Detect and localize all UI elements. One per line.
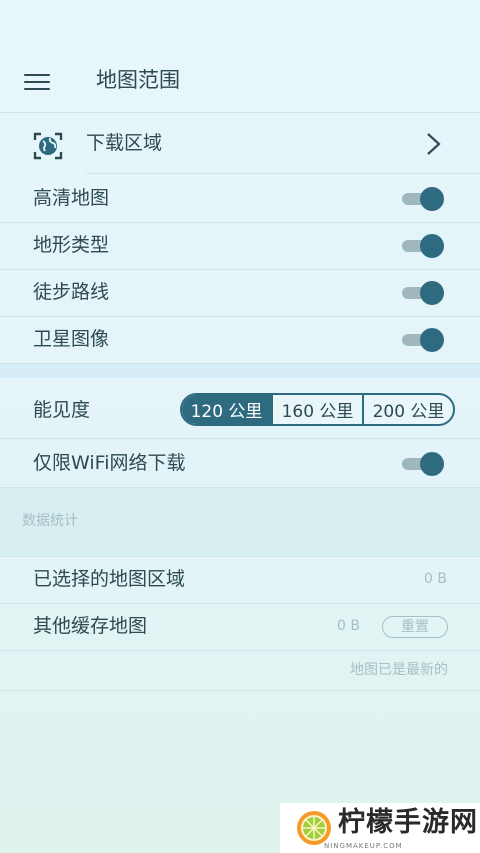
- chevron-right-icon: [427, 133, 441, 155]
- toggle-label: 徒步路线: [33, 281, 110, 303]
- download-area-row[interactable]: 下载区域: [0, 120, 480, 174]
- watermark-name: 柠檬手游网: [338, 807, 478, 838]
- stats-section-header: 数据统计: [0, 488, 480, 557]
- toggle-row-hd-map: 高清地图: [0, 175, 480, 223]
- wifi-only-row: 仅限WiFi网络下载: [0, 440, 480, 488]
- status-row: 地图已是最新的: [0, 650, 480, 691]
- hiking-routes-toggle[interactable]: [400, 281, 444, 305]
- visibility-option-120[interactable]: 120 公里: [182, 395, 271, 424]
- terrain-toggle[interactable]: [400, 234, 444, 258]
- map-status-text: 地图已是最新的: [350, 662, 448, 678]
- visibility-label: 能见度: [33, 399, 91, 421]
- selected-area-label: 已选择的地图区域: [33, 568, 186, 590]
- download-area-label: 下载区域: [86, 132, 163, 154]
- visibility-segmented-control: 120 公里 160 公里 200 公里: [180, 393, 455, 426]
- stats-header-text: 数据统计: [22, 513, 78, 529]
- other-cache-label: 其他缓存地图: [33, 615, 148, 637]
- app-bar: 地图范围: [0, 0, 480, 113]
- menu-icon[interactable]: [24, 74, 50, 90]
- wifi-only-label: 仅限WiFi网络下载: [33, 452, 186, 474]
- toggle-row-satellite: 卫星图像: [0, 316, 480, 364]
- toggle-row-terrain: 地形类型: [0, 222, 480, 270]
- toggle-label: 卫星图像: [33, 328, 110, 350]
- section-divider: [0, 364, 480, 378]
- watermark: 柠檬手游网 NINGMAKEUP.COM: [280, 803, 480, 853]
- selected-area-size: 0 B: [424, 571, 447, 587]
- page-title: 地图范围: [96, 68, 180, 92]
- toggle-label: 地形类型: [33, 234, 110, 256]
- watermark-url: NINGMAKEUP.COM: [324, 842, 403, 850]
- selected-area-row: 已选择的地图区域 0 B: [0, 556, 480, 604]
- visibility-option-160[interactable]: 160 公里: [271, 395, 362, 424]
- wifi-only-toggle[interactable]: [400, 452, 444, 476]
- other-cache-row: 其他缓存地图 0 B 重置: [0, 603, 480, 651]
- globe-target-icon: [33, 132, 63, 160]
- toggle-label: 高清地图: [33, 187, 110, 209]
- satellite-toggle[interactable]: [400, 328, 444, 352]
- hd-map-toggle[interactable]: [400, 187, 444, 211]
- reset-button[interactable]: 重置: [382, 616, 448, 638]
- other-cache-size: 0 B: [337, 618, 360, 634]
- lemon-logo-icon: [297, 811, 331, 845]
- divider: [86, 173, 480, 174]
- visibility-option-200[interactable]: 200 公里: [362, 395, 453, 424]
- toggle-row-hiking: 徒步路线: [0, 269, 480, 317]
